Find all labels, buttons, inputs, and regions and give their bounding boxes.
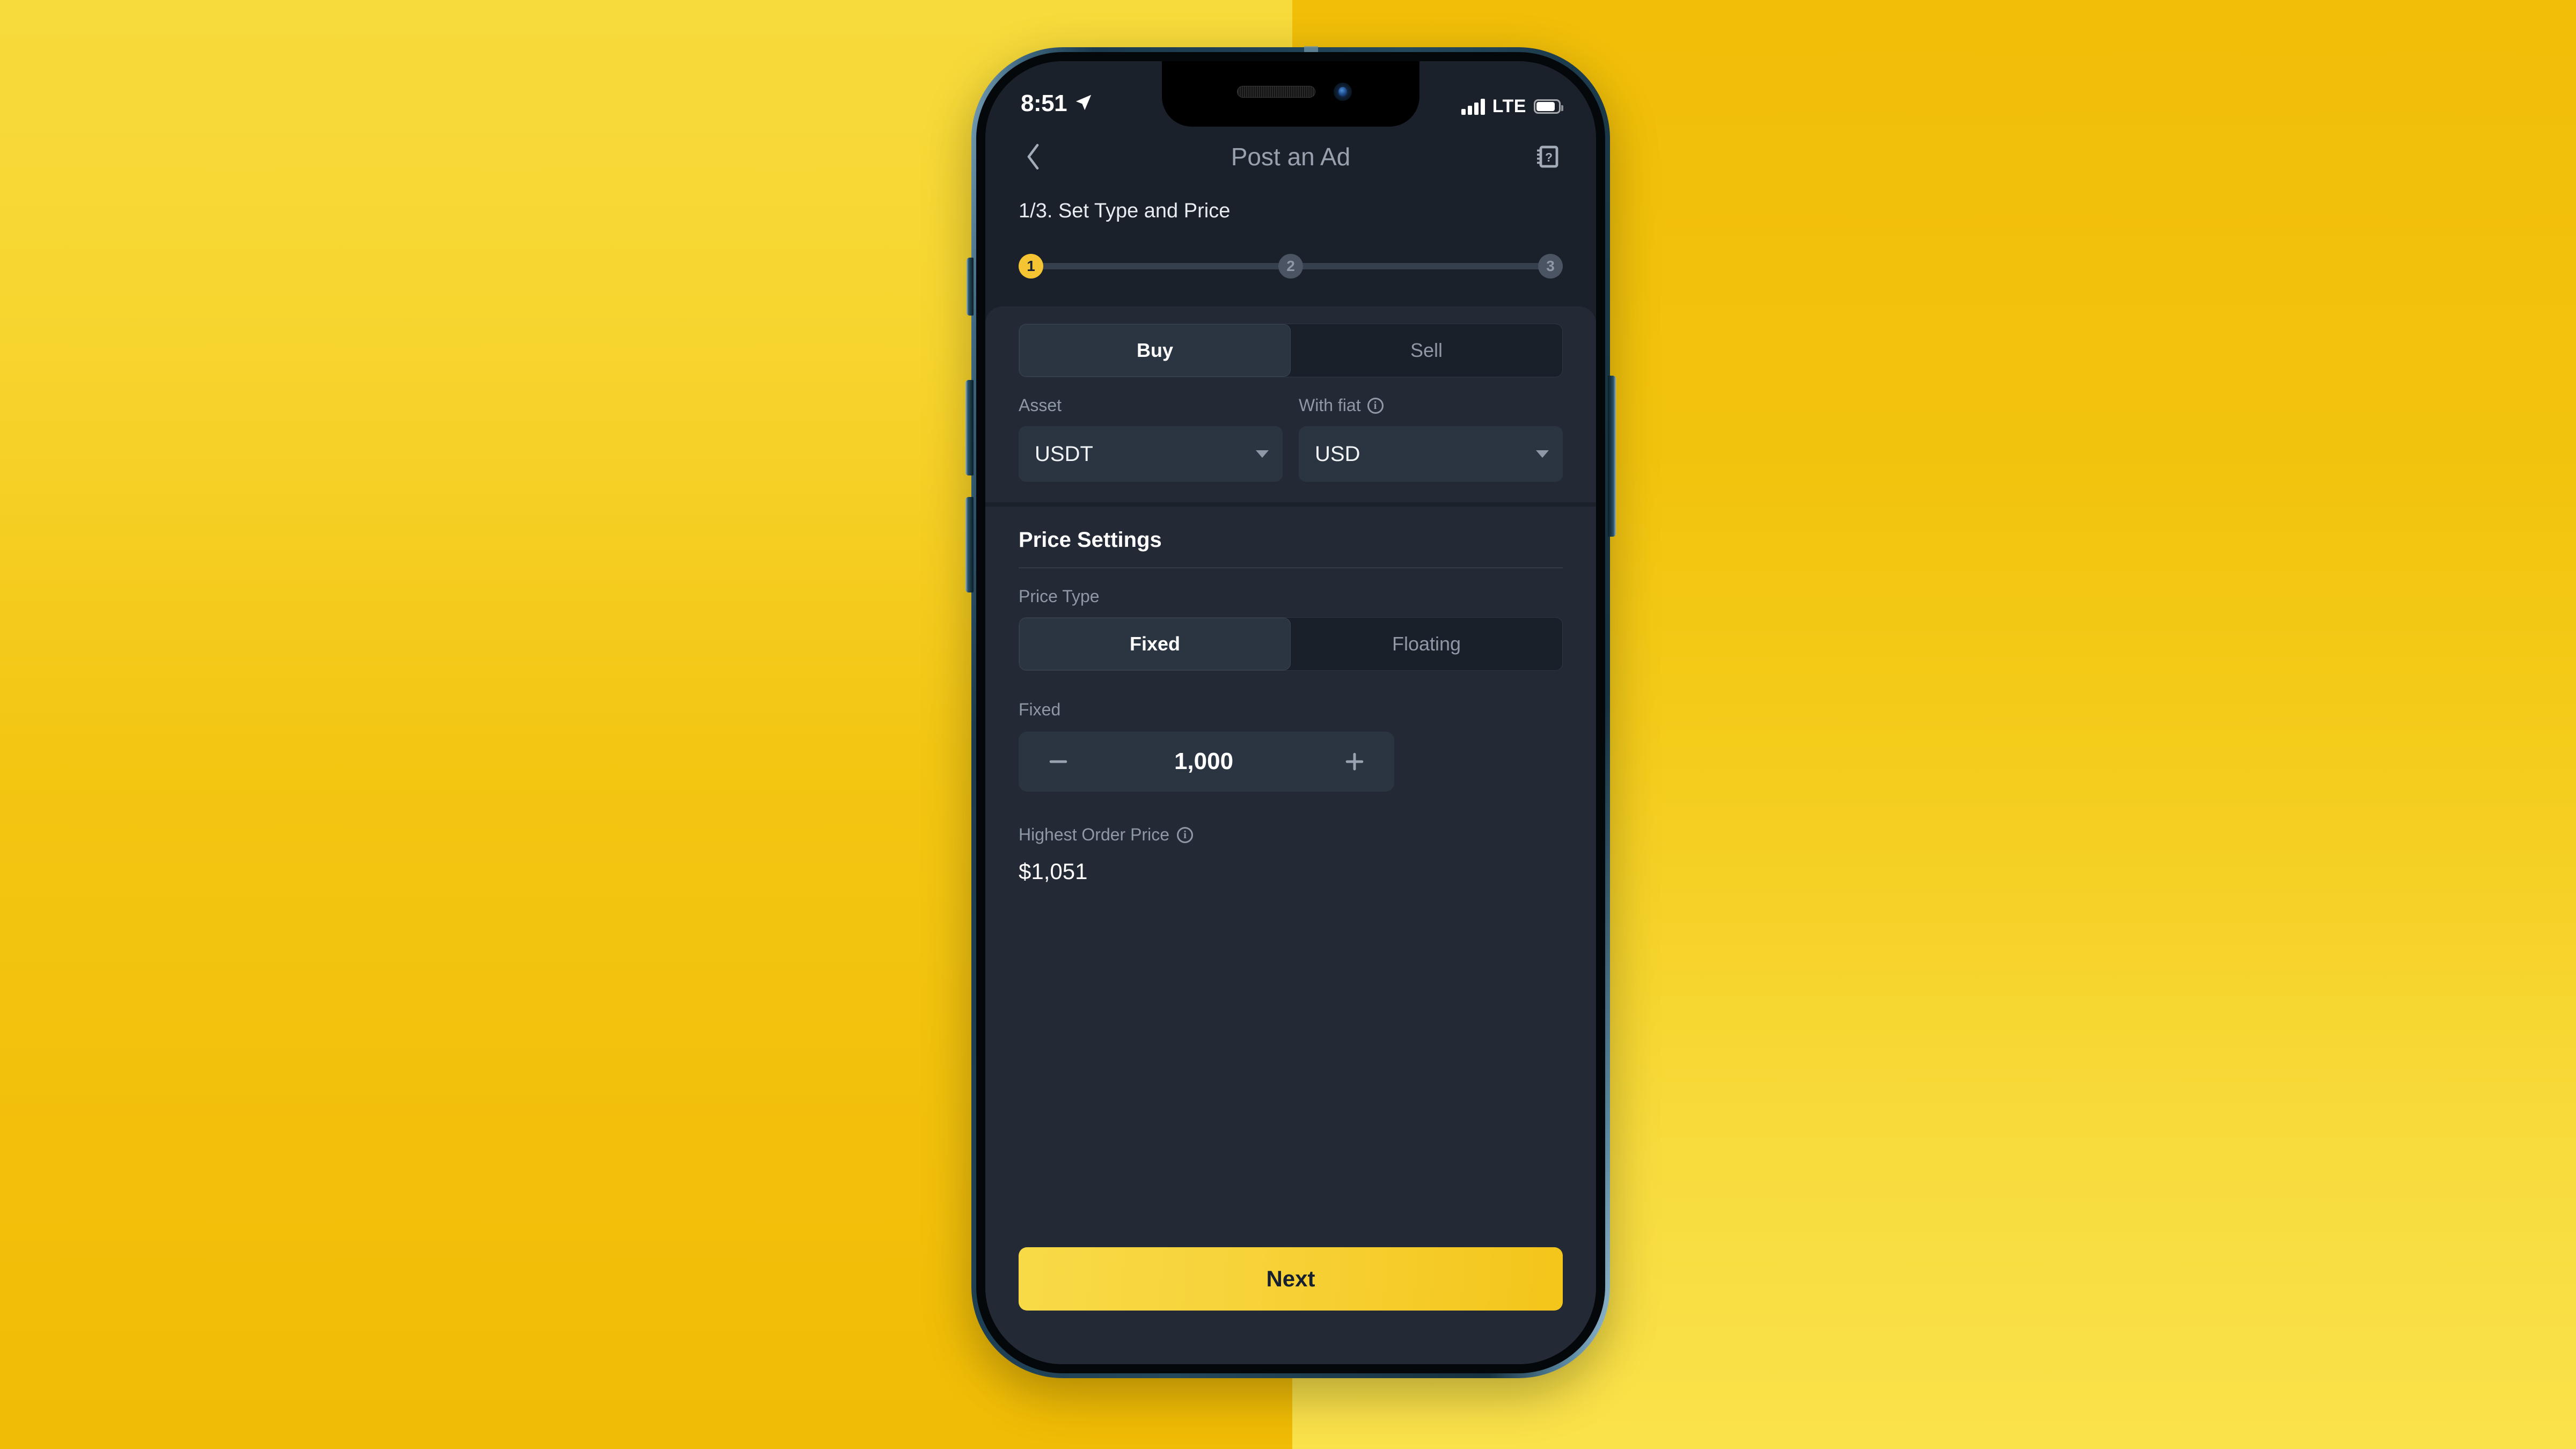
footer-actions: Next [985, 1247, 1596, 1331]
fiat-label-text: With fiat [1299, 396, 1361, 415]
asset-select[interactable]: USDT [1019, 426, 1283, 482]
tab-sell[interactable]: Sell [1291, 324, 1562, 377]
chevron-left-icon[interactable] [1019, 142, 1048, 171]
app-root: 8:51 LTE Post an Ad ? 1/3. Set Type and … [985, 61, 1596, 1364]
form-card: Buy Sell Asset USDT With fiat i USD Pric… [985, 306, 1596, 1364]
tab-fixed[interactable]: Fixed [1019, 618, 1291, 670]
fiat-field-group: With fiat i USD [1299, 396, 1563, 482]
network-type-label: LTE [1492, 96, 1526, 116]
phone-device-frame: 8:51 LTE Post an Ad ? 1/3. Set Type and … [965, 46, 1616, 1378]
volume-up-button[interactable] [965, 380, 974, 475]
fixed-price-value[interactable]: 1,000 [1069, 748, 1338, 775]
price-type-segmented-control: Fixed Floating [1019, 617, 1563, 671]
plus-icon[interactable] [1338, 745, 1371, 778]
cellular-signal-icon [1461, 98, 1485, 115]
step-title: 1/3. Set Type and Price [1019, 200, 1231, 222]
step-header-section: 1/3. Set Type and Price 1 2 3 [985, 187, 1596, 306]
asset-field-group: Asset USDT [1019, 396, 1283, 482]
volume-down-button[interactable] [965, 497, 974, 592]
tab-buy[interactable]: Buy [1019, 324, 1291, 377]
status-clock: 8:51 [1021, 90, 1067, 116]
status-bar-right: LTE [1461, 96, 1563, 117]
info-icon[interactable]: i [1367, 397, 1384, 414]
tab-floating[interactable]: Floating [1291, 618, 1562, 670]
phone-screen: 8:51 LTE Post an Ad ? 1/3. Set Type and … [985, 61, 1596, 1364]
status-bar-left: 8:51 [1021, 90, 1093, 117]
fiat-select[interactable]: USD [1299, 426, 1563, 482]
fixed-price-section: Fixed 1,000 [985, 671, 1596, 792]
front-camera-icon [1334, 83, 1352, 101]
earpiece-speaker [1237, 86, 1315, 98]
price-settings-section: Price Settings [985, 502, 1596, 568]
trade-type-segmented-control: Buy Sell [1019, 324, 1563, 377]
home-indicator-area [985, 1331, 1596, 1364]
asset-label: Asset [1019, 396, 1283, 415]
power-button[interactable] [1608, 376, 1616, 537]
navigation-bar: Post an Ad ? [985, 127, 1596, 187]
fixed-price-label: Fixed [1019, 700, 1061, 719]
chevron-down-icon [1256, 450, 1269, 458]
mute-switch-button[interactable] [967, 258, 974, 316]
device-notch [1162, 61, 1419, 127]
step-dot-2[interactable]: 2 [1278, 254, 1303, 279]
info-icon[interactable]: i [1176, 826, 1193, 843]
location-arrow-icon [1074, 93, 1093, 114]
page-title: Post an Ad [1231, 143, 1351, 171]
price-settings-title: Price Settings [1019, 528, 1563, 568]
highest-order-price-label-text: Highest Order Price [1019, 825, 1169, 844]
step-progress-indicator: 1 2 3 [1019, 251, 1563, 282]
svg-text:?: ? [1545, 150, 1553, 164]
next-button[interactable]: Next [1019, 1247, 1563, 1311]
price-type-section: Price Type Fixed Floating [985, 568, 1596, 671]
battery-full-icon [1534, 99, 1563, 114]
highest-order-price-value: $1,051 [1019, 859, 1088, 884]
chevron-down-icon [1536, 450, 1549, 458]
fiat-select-value: USD [1315, 442, 1360, 466]
help-guide-icon[interactable]: ? [1533, 142, 1563, 172]
asset-select-value: USDT [1035, 442, 1093, 466]
highest-order-price-label: Highest Order Price i [1019, 825, 1563, 845]
asset-fiat-row: Asset USDT With fiat i USD [985, 377, 1596, 502]
step-dot-3[interactable]: 3 [1538, 254, 1563, 279]
price-type-label: Price Type [1019, 587, 1100, 606]
step-dot-1[interactable]: 1 [1019, 254, 1043, 279]
asset-label-text: Asset [1019, 396, 1062, 415]
highest-order-price-section: Highest Order Price i $1,051 [985, 792, 1596, 884]
trade-type-section: Buy Sell [985, 306, 1596, 377]
fixed-price-stepper: 1,000 [1019, 731, 1394, 792]
fiat-label: With fiat i [1299, 396, 1563, 415]
